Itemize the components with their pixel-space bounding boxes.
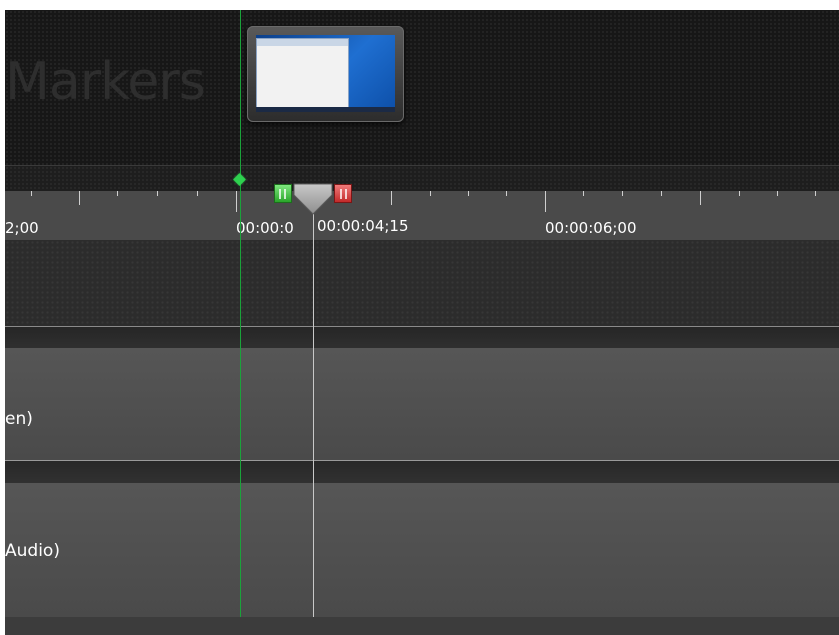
ruler-minor-tick [583, 191, 584, 196]
ruler-minor-tick [31, 191, 32, 196]
thumbnail-taskbar-graphic [256, 107, 395, 112]
track-label-screen: en) [5, 409, 33, 429]
ruler-minor-tick [815, 191, 816, 196]
ruler-major-tick [79, 191, 80, 205]
ruler-minor-tick [468, 191, 469, 196]
ruler-minor-tick [661, 191, 662, 196]
grip-mark [279, 189, 281, 199]
ruler-major-tick [391, 191, 392, 205]
panel-divider [5, 166, 839, 191]
playhead-handle-icon[interactable] [292, 183, 334, 215]
selection-in-handle[interactable] [274, 184, 292, 203]
playhead-line [313, 214, 314, 617]
ruler-minor-tick [157, 191, 158, 196]
track-label-audio: Audio) [5, 541, 60, 561]
ruler-minor-tick [430, 191, 431, 196]
ruler-major-tick [700, 191, 701, 205]
ruler-minor-tick [506, 191, 507, 196]
track-screen[interactable]: en) [5, 348, 839, 460]
thumbnail-window-titlebar [257, 39, 348, 46]
playhead-time-label: 00:00:04;15 [317, 217, 409, 235]
ruler-time-label: 00:00:06;00 [545, 219, 637, 237]
track-separator [5, 327, 839, 348]
timeline-bottom-strip [5, 617, 839, 635]
selection-out-handle[interactable] [334, 184, 352, 203]
grip-mark [340, 189, 342, 199]
ruler-major-tick [545, 191, 546, 212]
ruler-time-label: 00:00:0 [236, 219, 294, 237]
ruler-minor-tick [739, 191, 740, 196]
ruler-minor-tick [197, 191, 198, 196]
marker-track[interactable] [5, 240, 839, 326]
ruler-minor-tick [117, 191, 118, 196]
time-ruler[interactable]: 2;00 00:00:0 00:00:04;15 00:00:06;00 [5, 191, 839, 240]
ruler-minor-tick [777, 191, 778, 196]
ruler-minor-tick [622, 191, 623, 196]
grip-mark [284, 189, 286, 199]
track-separator [5, 461, 839, 483]
grip-mark [345, 189, 347, 199]
marker-line [240, 10, 241, 617]
clip-thumbnail-image [256, 35, 395, 112]
track-audio[interactable]: Audio) [5, 483, 839, 617]
markers-panel-title: Markers [5, 52, 206, 112]
ruler-time-label: 2;00 [5, 219, 39, 237]
timeline-editor: Markers 2;00 00:00:0 00:00:04;15 00:00:0 [0, 0, 839, 635]
ruler-major-tick [236, 191, 237, 212]
thumbnail-window-graphic [256, 38, 349, 108]
